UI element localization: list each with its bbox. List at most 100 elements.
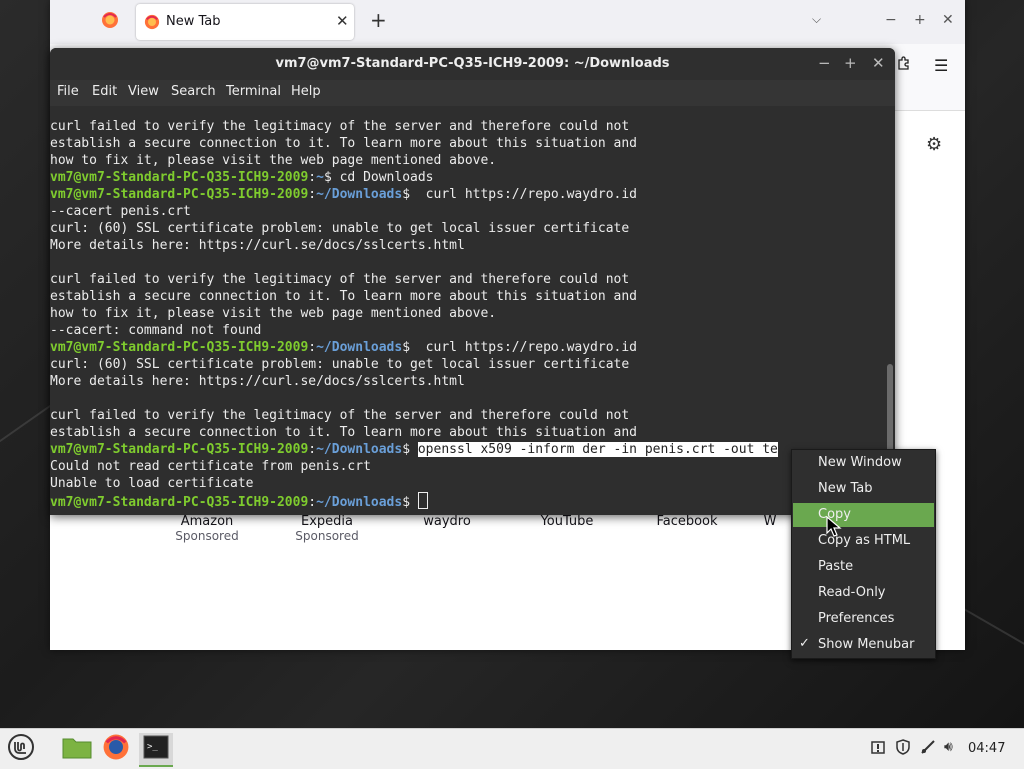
- prompt-path: ~/Downloads: [316, 495, 403, 510]
- close-tab-icon[interactable]: ✕: [336, 12, 349, 30]
- terminal-line: how to fix it, please visit the web page…: [50, 306, 497, 321]
- shortcut-name: Amazon: [180, 514, 234, 529]
- shortcut-name: Facebook: [656, 514, 718, 529]
- shortcut-tile[interactable]: YouTube: [517, 514, 617, 529]
- text-cursor: [417, 492, 428, 509]
- extensions-icon[interactable]: [896, 56, 912, 76]
- context-menu-item[interactable]: New Tab: [793, 477, 934, 501]
- shield-icon[interactable]: [895, 739, 911, 759]
- command-text: $ curl https://repo.waydro.id: [402, 187, 638, 202]
- taskbar-files-button[interactable]: [60, 733, 94, 765]
- prompt-user: vm7@vm7-Standard-PC-Q35-ICH9-2009: [50, 340, 309, 355]
- firefox-tab-inactive[interactable]: [98, 10, 122, 34]
- terminal-line: More details here: https://curl.se/docs/…: [50, 238, 465, 253]
- firefox-tab-new-tab[interactable]: New Tab ✕: [136, 4, 354, 40]
- new-tab-button[interactable]: +: [370, 10, 387, 30]
- menu-view[interactable]: View: [128, 84, 159, 99]
- terminal-line: establish a secure connection to it. To …: [50, 136, 637, 151]
- shortcut-tile[interactable]: Facebook: [637, 514, 737, 529]
- shortcut-tile[interactable]: Expedia Sponsored: [277, 514, 377, 543]
- context-menu-item[interactable]: ✓ Show Menubar: [793, 633, 934, 657]
- context-menu-item[interactable]: Copy as HTML: [793, 529, 934, 553]
- prompt-separator: :: [308, 187, 317, 202]
- menu-terminal[interactable]: Terminal: [226, 84, 281, 99]
- close-window-icon[interactable]: ✕: [872, 54, 885, 72]
- terminal-line: curl failed to verify the legitimacy of …: [50, 272, 630, 287]
- firefox-icon: [144, 14, 160, 34]
- prompt-path: ~/Downloads: [316, 340, 403, 355]
- gear-icon[interactable]: ⚙: [926, 134, 942, 155]
- terminal-line: Unable to load certificate: [50, 476, 254, 491]
- firefox-icon: [101, 11, 119, 33]
- terminal-line: --cacert: command not found: [50, 323, 262, 338]
- context-menu-item-label: Preferences: [818, 611, 895, 626]
- prompt-user: vm7@vm7-Standard-PC-Q35-ICH9-2009: [50, 170, 309, 185]
- shortcut-tile[interactable]: waydro: [397, 514, 497, 529]
- minimize-icon[interactable]: −: [885, 12, 897, 28]
- shortcut-sponsored: Sponsored: [175, 529, 239, 543]
- terminal-line: establish a secure connection to it. To …: [50, 425, 637, 440]
- command-text: $: [402, 442, 418, 457]
- terminal-title: vm7@vm7-Standard-PC-Q35-ICH9-2009: ~/Dow…: [275, 56, 670, 71]
- terminal-line: vm7@vm7-Standard-PC-Q35-ICH9-2009:~/Down…: [50, 441, 885, 458]
- shortcut-sponsored: Sponsored: [295, 529, 359, 543]
- maximize-icon[interactable]: +: [914, 12, 926, 28]
- volume-icon[interactable]: 🔊︎: [944, 739, 953, 755]
- terminal-line: vm7@vm7-Standard-PC-Q35-ICH9-2009:~/Down…: [50, 186, 885, 203]
- command-text: $ cd Downloads: [323, 170, 434, 185]
- context-menu-item[interactable]: Copy: [793, 503, 934, 527]
- terminal-line: curl failed to verify the legitimacy of …: [50, 408, 630, 423]
- terminal-line: establish a secure connection to it. To …: [50, 289, 637, 304]
- menu-edit[interactable]: Edit: [92, 84, 117, 99]
- menu-search[interactable]: Search: [171, 84, 216, 99]
- clock[interactable]: 04:47: [968, 741, 1005, 756]
- menu-file[interactable]: File: [57, 84, 79, 99]
- start-menu-button[interactable]: [4, 733, 38, 765]
- svg-text:>_: >_: [147, 742, 158, 752]
- shortcut-tile[interactable]: Amazon Sponsored: [157, 514, 257, 543]
- prompt-separator: :: [308, 340, 317, 355]
- command-text: $: [402, 495, 418, 510]
- shortcut-name: waydro: [423, 514, 471, 529]
- shortcut-name: YouTube: [540, 514, 594, 529]
- maximize-icon[interactable]: +: [844, 54, 857, 72]
- prompt-user: vm7@vm7-Standard-PC-Q35-ICH9-2009: [50, 442, 309, 457]
- terminal-line: vm7@vm7-Standard-PC-Q35-ICH9-2009:~$ cd …: [50, 169, 885, 186]
- taskbar-firefox-button[interactable]: [99, 733, 133, 765]
- context-menu-item[interactable]: Preferences: [793, 607, 934, 631]
- context-menu-item[interactable]: Paste: [793, 555, 934, 579]
- minimize-icon[interactable]: −: [818, 54, 831, 72]
- terminal-window: vm7@vm7-Standard-PC-Q35-ICH9-2009: ~/Dow…: [50, 48, 895, 515]
- firefox-tab-bar: New Tab ✕ + ⌵ − + ✕: [50, 0, 965, 44]
- list-all-tabs-icon[interactable]: ⌵: [812, 12, 821, 27]
- terminal-line: Could not read certificate from penis.cr…: [50, 459, 371, 474]
- context-menu-item[interactable]: New Window: [793, 451, 934, 475]
- selected-text: openssl x509 -inform der -in penis.crt -…: [417, 442, 778, 457]
- terminal-line: More details here: https://curl.se/docs/…: [50, 374, 465, 389]
- command-text: $ curl https://repo.waydro.id: [402, 340, 638, 355]
- terminal-menubar: File Edit View Search Terminal Help: [50, 80, 895, 106]
- context-menu-item[interactable]: Read-Only: [793, 581, 934, 605]
- checkmark-icon: ✓: [799, 636, 810, 651]
- prompt-separator: :: [308, 495, 317, 510]
- folder-icon: [62, 735, 92, 763]
- prompt-path: ~/Downloads: [316, 187, 403, 202]
- network-icon[interactable]: [920, 739, 936, 759]
- context-menu-item-label: New Window: [818, 455, 902, 470]
- context-menu-item-label: Show Menubar: [818, 637, 915, 652]
- hamburger-menu-icon[interactable]: ☰: [934, 56, 948, 75]
- notifications-icon[interactable]: [871, 739, 885, 759]
- prompt-path: ~: [316, 170, 324, 185]
- terminal-output[interactable]: curl failed to verify the legitimacy of …: [50, 118, 885, 515]
- menu-help[interactable]: Help: [291, 84, 321, 99]
- terminal-title-bar[interactable]: vm7@vm7-Standard-PC-Q35-ICH9-2009: ~/Dow…: [50, 48, 895, 80]
- close-window-icon[interactable]: ✕: [942, 12, 954, 28]
- context-menu-item-label: Paste: [818, 559, 854, 574]
- taskbar-terminal-button[interactable]: >_: [139, 733, 173, 767]
- context-menu-item-label: New Tab: [818, 481, 873, 496]
- prompt-separator: :: [308, 442, 317, 457]
- terminal-line: curl failed to verify the legitimacy of …: [50, 119, 630, 134]
- terminal-line: --cacert penis.crt: [50, 204, 191, 219]
